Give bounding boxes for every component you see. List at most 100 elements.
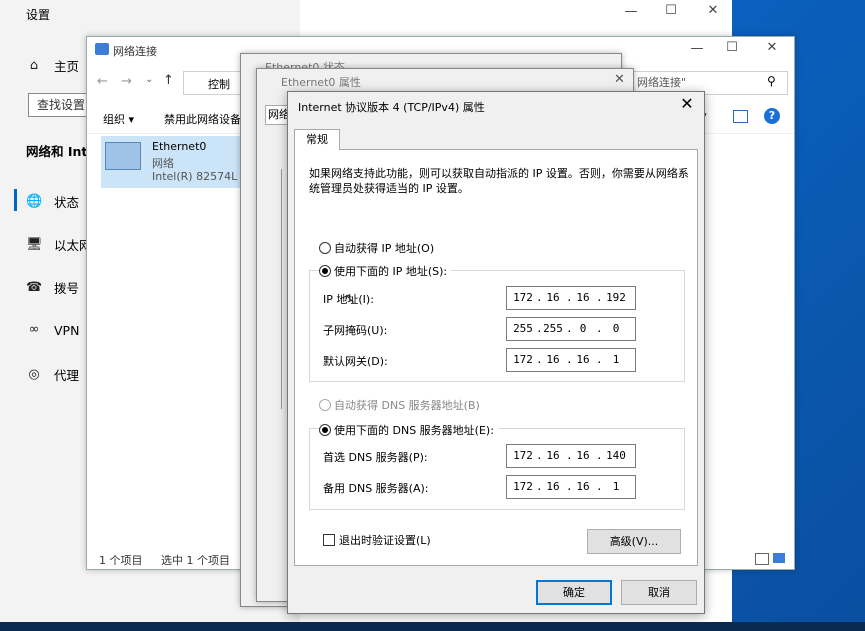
mouse-cursor-icon: ↖ (344, 291, 356, 307)
alternate-dns-input[interactable]: 172. 16. 16. 1 (506, 475, 636, 499)
search-icon[interactable]: ⚲ (767, 74, 776, 88)
close-button[interactable]: ✕ (757, 40, 787, 55)
validate-on-exit-checkbox[interactable]: 退出时验证设置(L) (323, 532, 431, 548)
octet: 1 (612, 353, 620, 366)
settings-home[interactable]: ⌂ 主页 (26, 56, 79, 75)
octet: 0 (579, 322, 587, 335)
cancel-button[interactable]: 取消 (621, 580, 697, 605)
octet: 16 (546, 353, 560, 366)
dialog-title: Internet 协议版本 4 (TCP/IPv4) 属性 (298, 101, 485, 114)
nav-label: VPN (54, 322, 80, 338)
octet: 172 (513, 353, 533, 366)
help-icon[interactable]: ? (764, 108, 780, 124)
disable-device-button[interactable]: 禁用此网络设备 (164, 111, 241, 127)
radio-label: 使用下面的 IP 地址(S): (334, 265, 448, 278)
octet: 255 (513, 322, 533, 335)
details-view-icon[interactable] (755, 553, 769, 565)
ipv4-properties-dialog: Internet 协议版本 4 (TCP/IPv4) 属性 ✕ 常规 如果网络支… (287, 91, 705, 614)
octet: 16 (576, 353, 590, 366)
settings-title: 设置 (26, 8, 51, 22)
subnet-mask-input[interactable]: 255. 255. 0. 0 (506, 317, 636, 341)
octet-dot: . (596, 480, 603, 493)
preview-pane-icon[interactable] (733, 110, 748, 123)
octet: 0 (612, 322, 620, 335)
auto-dns-radio[interactable]: 自动获得 DNS 服务器地址(B) (319, 397, 480, 413)
forward-arrow-icon[interactable]: → (121, 74, 132, 89)
octet: 172 (513, 449, 533, 462)
globe-status-icon: 🌐 (26, 193, 43, 209)
octet: 16 (546, 449, 560, 462)
tiles-view-icon[interactable] (773, 553, 785, 563)
adapter-ethernet0[interactable]: Ethernet0 网络 Intel(R) 82574L Gi (101, 136, 253, 188)
ok-button[interactable]: 确定 (536, 580, 612, 605)
octet: 16 (576, 480, 590, 493)
preferred-dns-label: 首选 DNS 服务器(P): (323, 451, 428, 464)
settings-nav-proxy[interactable]: ◎ 代理 (26, 365, 79, 384)
settings-nav-status[interactable]: 🌐 状态 (26, 192, 79, 211)
octet-dot: . (596, 322, 603, 335)
taskbar (0, 622, 865, 631)
close-icon[interactable]: ✕ (614, 72, 625, 87)
vpn-icon: ∞ (28, 322, 40, 337)
close-button[interactable]: ✕ (698, 3, 728, 18)
radio-label: 自动获得 IP 地址(O) (334, 242, 435, 255)
close-icon[interactable]: ✕ (676, 94, 698, 113)
home-icon: ⌂ (29, 57, 39, 73)
item-count: 1 个项目 (99, 554, 143, 567)
network-folder-icon (95, 43, 109, 55)
tab-general[interactable]: 常规 (294, 129, 340, 150)
selected-count: 选中 1 个项目 (161, 554, 230, 567)
chevron-down-icon[interactable]: ⌄ (145, 74, 153, 85)
subnet-mask-label: 子网掩码(U): (323, 324, 388, 337)
octet-dot: . (596, 449, 603, 462)
nav-label: 代理 (54, 368, 80, 383)
maximize-button[interactable]: ☐ (717, 40, 747, 55)
gateway-input[interactable]: 172. 16. 16. 1 (506, 348, 636, 372)
checkbox-label: 退出时验证设置(L) (339, 534, 431, 547)
minimize-button[interactable]: — (616, 4, 646, 19)
octet: 16 (576, 291, 590, 304)
manual-dns-radio[interactable]: 使用下面的 DNS 服务器地址(E): (319, 422, 498, 438)
dialup-icon: ☎ (26, 279, 43, 295)
ip-address-input[interactable]: 172. 16. 16. 192 (506, 286, 636, 310)
adapter-name: Ethernet0 (152, 140, 207, 153)
ethernet-icon: 🖥 (26, 236, 43, 252)
organize-menu[interactable]: 组织 ▾ (103, 111, 134, 127)
radio-checked-icon (319, 424, 331, 436)
up-arrow-icon[interactable]: ↑ (163, 73, 174, 88)
octet: 16 (546, 480, 560, 493)
settings-nav-ethernet[interactable]: 🖥 以太网 (26, 235, 92, 254)
octet: 16 (576, 449, 590, 462)
minimize-button[interactable]: — (682, 41, 712, 56)
radio-label: 自动获得 DNS 服务器地址(B) (334, 399, 480, 412)
breadcrumb: 控制 (208, 78, 230, 91)
octet: 1 (612, 480, 620, 493)
octet-dot: . (596, 291, 603, 304)
settings-nav-dialup[interactable]: ☎ 拨号 (26, 278, 79, 297)
preferred-dns-input[interactable]: 172. 16. 16. 140 (506, 444, 636, 468)
adapter-device: Intel(R) 82574L Gi (152, 170, 253, 183)
general-panel: 如果网络支持此功能，则可以获取自动指派的 IP 设置。否则，你需要从网络系统管理… (294, 149, 698, 566)
octet: 172 (513, 291, 533, 304)
active-indicator (14, 189, 17, 211)
maximize-button[interactable]: ☐ (656, 3, 686, 18)
octet-dot: . (596, 353, 603, 366)
proxy-globe-icon: ◎ (28, 366, 40, 382)
window-title: 网络连接 (113, 45, 157, 58)
home-label: 主页 (54, 59, 80, 74)
settings-nav-vpn[interactable]: ∞ VPN (26, 322, 80, 338)
radio-checked-icon (319, 265, 331, 277)
radio-unchecked-icon (319, 399, 331, 411)
advanced-button[interactable]: 高级(V)... (587, 529, 681, 554)
octet: 172 (513, 480, 533, 493)
back-arrow-icon[interactable]: ← (97, 74, 108, 89)
nav-label: 状态 (54, 195, 80, 210)
gateway-label: 默认网关(D): (323, 355, 388, 368)
nav-label: 拨号 (54, 281, 80, 296)
alternate-dns-label: 备用 DNS 服务器(A): (323, 482, 429, 495)
auto-ip-radio[interactable]: 自动获得 IP 地址(O) (319, 240, 434, 256)
adapter-network: 网络 (152, 157, 174, 170)
manual-ip-radio[interactable]: 使用下面的 IP 地址(S): (319, 263, 452, 279)
radio-unchecked-icon (319, 242, 331, 254)
radio-label: 使用下面的 DNS 服务器地址(E): (334, 424, 494, 437)
